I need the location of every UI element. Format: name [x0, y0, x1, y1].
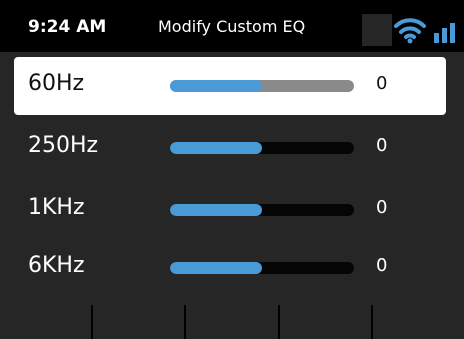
softkey-3[interactable]	[186, 305, 280, 339]
eq-slider[interactable]	[170, 204, 354, 216]
eq-band-row[interactable]: 250Hz 0	[14, 119, 446, 177]
eq-band-row[interactable]: 6KHz 0	[14, 239, 446, 297]
eq-band-value: 0	[376, 135, 388, 156]
softkey-bar	[0, 305, 464, 339]
eq-slider-fill	[170, 80, 262, 92]
eq-screen: 9:24 AM Modify Custom EQ 60Hz 0 250Hz 0 …	[0, 0, 464, 339]
eq-band-row[interactable]: 60Hz 0	[14, 57, 446, 115]
eq-band-label: 60Hz	[28, 71, 85, 96]
status-placeholder	[362, 14, 392, 46]
softkey-2[interactable]	[93, 305, 187, 339]
eq-band-label: 250Hz	[28, 133, 99, 158]
eq-band-label: 1KHz	[28, 195, 85, 220]
eq-band-value: 0	[376, 73, 388, 94]
page-title: Modify Custom EQ	[158, 17, 306, 36]
eq-band-row[interactable]: 1KHz 0	[14, 181, 446, 239]
softkey-4[interactable]	[279, 305, 373, 339]
eq-slider[interactable]	[170, 142, 354, 154]
eq-slider-fill	[170, 262, 262, 274]
eq-slider-fill	[170, 142, 262, 154]
eq-band-label: 6KHz	[28, 253, 85, 278]
signal-bars-icon	[434, 23, 455, 43]
wifi-icon	[394, 18, 426, 44]
eq-slider-fill	[170, 204, 262, 216]
softkey-1[interactable]	[0, 305, 94, 339]
eq-band-value: 0	[376, 197, 388, 218]
eq-slider[interactable]	[170, 80, 354, 92]
status-bar: 9:24 AM Modify Custom EQ	[0, 0, 464, 52]
eq-slider[interactable]	[170, 262, 354, 274]
eq-band-value: 0	[376, 255, 388, 276]
softkey-5[interactable]	[372, 305, 464, 339]
clock: 9:24 AM	[28, 17, 107, 37]
